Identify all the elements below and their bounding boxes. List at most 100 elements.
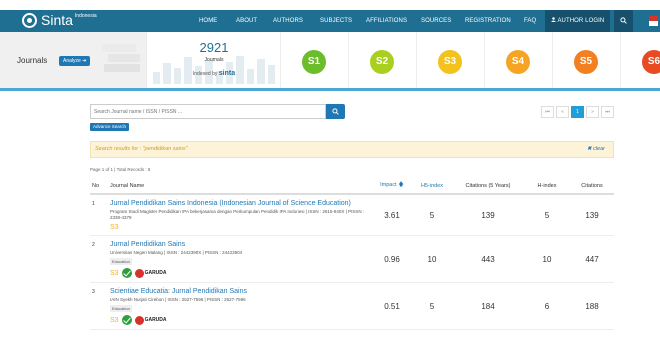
h5-index-value: 5 [412, 194, 452, 236]
citations-5y-value: 139 [452, 194, 524, 236]
citations-value: 188 [570, 282, 614, 330]
column-citations-5y[interactable]: Citations (5 Years) [452, 178, 524, 195]
h-index-value: 10 [524, 235, 570, 283]
next-page-button[interactable]: » [586, 106, 599, 118]
column-h5-index[interactable]: H5-index [412, 178, 452, 195]
table-row: 3 Scientiae Educatia: Jurnal Pendidikan … [90, 282, 614, 330]
column-impact[interactable]: Impact 🡅 [372, 178, 412, 195]
nav-sources[interactable]: SOURCES [421, 10, 451, 32]
indexed-by-prefix: Indexed by [192, 71, 218, 77]
nav-affiliations[interactable]: AFFILIATIONS [366, 10, 407, 32]
books-icon [102, 44, 140, 72]
garuda-link[interactable]: GARUDA [134, 315, 167, 325]
analyze-button[interactable]: Analyze ➔ [59, 56, 91, 66]
nav-subjects[interactable]: SUBJECTS [320, 10, 352, 32]
h-index-value: 5 [524, 194, 570, 236]
search-icon [332, 108, 339, 115]
records-summary: Page 1 of 1 | Total Records : 8 [90, 167, 151, 172]
journal-affiliation: Program Studi Magister Pendidikan IPA be… [110, 209, 365, 220]
analyze-label: Analyze [63, 58, 81, 64]
indonesia-flag-icon[interactable] [649, 16, 658, 26]
accreditation-badge: S3 [438, 50, 462, 74]
indexed-by-brand: sinta [218, 70, 236, 77]
journal-cell: Scientiae Educatia: Jurnal Pendidikan Sa… [110, 282, 372, 330]
subject-tag[interactable]: Education [110, 305, 132, 312]
verified-check-icon [121, 268, 132, 278]
garuda-label: GARUDA [144, 270, 167, 276]
accreditation-level: S3 [110, 224, 119, 231]
garuda-logo-icon [134, 268, 144, 278]
row-number: 3 [90, 282, 110, 330]
column-h-index[interactable]: H-index [524, 178, 570, 195]
brand-name: Sinta [41, 12, 73, 28]
nav-faq[interactable]: FAQ [524, 10, 536, 32]
table-row: 1 Jurnal Pendidikan Sains Indonesia (Ind… [90, 194, 614, 236]
table-row: 2 Jurnal Pendidikan Sains Universitas Ne… [90, 235, 614, 283]
search-result-notice: Search results for : "pendidikan sains" … [90, 141, 614, 158]
nav-registration[interactable]: REGISTRATION [465, 10, 511, 32]
journal-count-panel: 2921 Journals Indexed by sinta [146, 32, 280, 88]
garuda-link[interactable]: GARUDA [134, 268, 167, 278]
journal-search-results: Advance Search ⏮ « 1 » ⏭ Search results … [90, 104, 614, 349]
search-button[interactable] [326, 104, 345, 119]
column-journal-name[interactable]: Journal Name [110, 178, 372, 195]
top-navbar: Sinta Indonesia HOME ABOUT AUTHORS SUBJE… [0, 10, 660, 32]
accreditation-level: S3 [110, 269, 119, 277]
accreditation-tile-s2[interactable]: S2 [348, 32, 416, 88]
impact-value: 0.96 [372, 235, 412, 283]
impact-value: 0.51 [372, 282, 412, 330]
arrow-right-icon: ➔ [82, 58, 87, 64]
journal-search-input[interactable] [90, 104, 326, 119]
search-result-text: Search results for : "pendidikan sains" [95, 146, 188, 152]
citations-5y-value: 443 [452, 235, 524, 283]
last-page-button[interactable]: ⏭ [601, 106, 614, 118]
journals-section: Journals Analyze ➔ [0, 32, 146, 88]
author-login-label: AUTHOR LOGIN [557, 18, 605, 24]
table-header-row: No Journal Name Impact 🡅 H5-index Citati… [90, 178, 614, 195]
accreditation-badge: S6 [642, 50, 660, 74]
accreditation-tile-s4[interactable]: S4 [484, 32, 552, 88]
accreditation-tile-s1[interactable]: S1 [280, 32, 348, 88]
journal-title-link[interactable]: Jurnal Pendidikan Sains Indonesia (Indon… [110, 200, 372, 207]
sinta-logo-icon [22, 12, 37, 28]
h5-index-value: 10 [412, 235, 452, 283]
advanced-search-button[interactable]: Advance Search [90, 123, 130, 131]
journal-count: 2921 [199, 40, 229, 55]
journals-table: No Journal Name Impact 🡅 H5-index Citati… [90, 178, 614, 330]
pagination: ⏮ « 1 » ⏭ [541, 106, 614, 118]
journal-count-label: Journals [204, 57, 224, 63]
accreditation-badge: S4 [506, 50, 530, 74]
row-number: 1 [90, 194, 110, 236]
page-button-current[interactable]: 1 [571, 106, 584, 118]
citations-5y-value: 184 [452, 282, 524, 330]
journal-cell: Jurnal Pendidikan Sains Universitas Nege… [110, 235, 372, 283]
journal-title-link[interactable]: Scientiae Educatia: Jurnal Pendidikan Sa… [110, 288, 372, 295]
first-page-button[interactable]: ⏮ [541, 106, 554, 118]
author-login-button[interactable]: AUTHOR LOGIN [545, 10, 611, 32]
clear-label: clear [593, 146, 605, 152]
garuda-label: GARUDA [144, 317, 167, 323]
header-divider [0, 88, 660, 91]
close-icon: ✖ [586, 146, 592, 152]
brand-logo[interactable]: Sinta Indonesia [22, 12, 97, 28]
prev-page-button[interactable]: « [556, 106, 569, 118]
accreditation-row: S3 GARUDA [110, 315, 372, 325]
nav-about[interactable]: ABOUT [236, 10, 257, 32]
accreditation-tile-s3[interactable]: S3 [416, 32, 484, 88]
journal-title-link[interactable]: Jurnal Pendidikan Sains [110, 241, 372, 248]
h-index-value: 6 [524, 282, 570, 330]
accreditation-badge: S5 [574, 50, 598, 74]
clear-search-button[interactable]: ✖ clear [587, 146, 605, 152]
accreditation-level: S3 [110, 316, 119, 324]
nav-authors[interactable]: AUTHORS [273, 10, 303, 32]
subject-tag[interactable]: Education [110, 258, 132, 265]
user-icon [551, 17, 556, 22]
search-icon [620, 17, 627, 24]
nav-search-button[interactable] [614, 10, 633, 32]
journal-affiliation: Universitas Negeri Malang | ISSN : 24423… [110, 250, 243, 255]
column-citations[interactable]: Citations [570, 178, 614, 195]
nav-home[interactable]: HOME [199, 10, 217, 32]
accreditation-tile-s6[interactable]: S6 [620, 32, 660, 88]
column-no: No [90, 178, 110, 195]
accreditation-tile-s5[interactable]: S5 [552, 32, 620, 88]
